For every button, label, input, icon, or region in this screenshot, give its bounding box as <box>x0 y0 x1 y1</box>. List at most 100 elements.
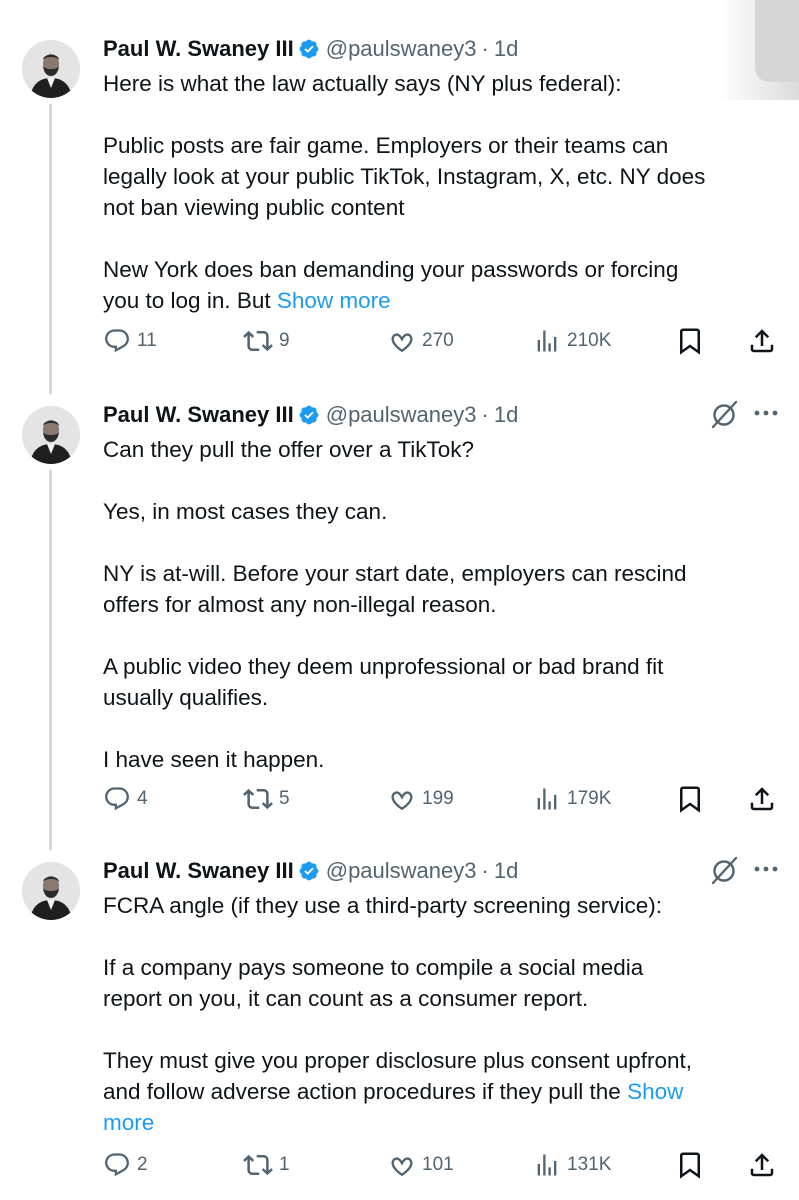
tweet-line-text: and follow adverse action procedures if … <box>103 1079 628 1104</box>
reply-icon <box>105 787 129 811</box>
like-icon <box>391 333 413 353</box>
tweet-text: Can they pull the offer over a TikTok? Y… <box>103 434 773 775</box>
like-button[interactable]: 199 <box>388 782 454 816</box>
more-options-icon[interactable] <box>753 864 779 874</box>
repost-button[interactable]: 1 <box>243 1148 290 1182</box>
tweet-line: Can they pull the offer over a TikTok? <box>103 437 475 462</box>
tweet-2[interactable]: Paul W. Swaney III @paulswaney3 · 1d Can… <box>0 396 799 816</box>
reply-button[interactable]: 4 <box>103 782 148 816</box>
reply-icon <box>105 329 129 353</box>
tweet-text: Here is what the law actually says (NY p… <box>103 68 773 316</box>
author-name[interactable]: Paul W. Swaney III <box>103 36 294 62</box>
author-handle[interactable]: @paulswaney3 <box>326 858 477 884</box>
like-icon <box>391 1157 413 1177</box>
like-button[interactable]: 101 <box>388 1148 454 1182</box>
bookmark-icon <box>680 786 700 813</box>
avatar[interactable] <box>22 862 80 920</box>
separator-dot: · <box>481 36 489 61</box>
separator-dot: · <box>481 402 489 427</box>
show-more-link-continued[interactable]: more <box>103 1110 154 1135</box>
tweet-line: offers for almost any non-illegal reason… <box>103 592 497 617</box>
separator-dot: · <box>481 858 489 883</box>
tweet-feed: Paul W. Swaney III @paulswaney3 · 1d Her… <box>0 0 799 1200</box>
tweet-line: Here is what the law actually says (NY p… <box>103 71 622 96</box>
reply-count: 2 <box>137 1154 148 1175</box>
bookmark-button[interactable] <box>675 1148 711 1182</box>
repost-count: 5 <box>279 788 290 809</box>
tweet-header: Paul W. Swaney III @paulswaney3 · 1d <box>103 34 518 64</box>
repost-icon <box>243 330 273 352</box>
author-name[interactable]: Paul W. Swaney III <box>103 402 294 428</box>
reply-count: 11 <box>137 330 157 351</box>
timestamp[interactable]: 1d <box>494 402 518 428</box>
show-more-link[interactable]: Show <box>627 1079 683 1104</box>
reply-button[interactable]: 11 <box>103 324 157 358</box>
views-icon <box>537 330 557 352</box>
tweet-line: report on you, it can count as a consume… <box>103 986 589 1011</box>
tweet-actions: 4 5 199 179K <box>103 782 783 816</box>
tweet-line: They must give you proper disclosure plu… <box>103 1048 693 1073</box>
verified-badge-icon <box>299 39 319 59</box>
repost-button[interactable]: 5 <box>243 782 290 816</box>
tweet-line: you to log in. But Show more <box>103 285 773 316</box>
share-button[interactable] <box>747 324 783 358</box>
views-button[interactable]: 131K <box>533 1148 611 1182</box>
avatar[interactable] <box>22 40 80 98</box>
like-count: 199 <box>422 788 454 809</box>
tweet-3[interactable]: Paul W. Swaney III @paulswaney3 · 1d FCR… <box>0 852 799 1200</box>
tweet-actions: 11 9 270 210K <box>103 324 783 358</box>
tweet-line: New York does ban demanding your passwor… <box>103 257 679 282</box>
tweet-1[interactable]: Paul W. Swaney III @paulswaney3 · 1d Her… <box>0 30 799 360</box>
tweet-line: Yes, in most cases they can. <box>103 499 388 524</box>
tweet-line: and follow adverse action procedures if … <box>103 1076 773 1107</box>
bookmark-button[interactable] <box>675 324 711 358</box>
grok-icon[interactable] <box>709 854 741 886</box>
more-options-icon[interactable] <box>753 408 779 418</box>
views-icon <box>537 788 557 810</box>
tweet-line: legally look at your public TikTok, Inst… <box>103 164 706 189</box>
timestamp[interactable]: 1d <box>494 36 518 62</box>
like-count: 270 <box>422 330 454 351</box>
repost-button[interactable]: 9 <box>243 324 290 358</box>
tweet-line: NY is at-will. Before your start date, e… <box>103 561 687 586</box>
tweet-header: Paul W. Swaney III @paulswaney3 · 1d <box>103 856 518 886</box>
share-button[interactable] <box>747 1148 783 1182</box>
views-icon <box>537 1154 557 1176</box>
share-icon <box>750 329 774 353</box>
repost-count: 1 <box>279 1154 290 1175</box>
grok-icon[interactable] <box>709 398 741 430</box>
reply-icon <box>105 1153 129 1177</box>
tweet-line: usually qualifies. <box>103 685 269 710</box>
verified-badge-icon <box>299 861 319 881</box>
views-button[interactable]: 179K <box>533 782 611 816</box>
share-icon <box>750 787 774 811</box>
author-handle[interactable]: @paulswaney3 <box>326 402 477 428</box>
tweet-line-text: you to log in. But <box>103 288 277 313</box>
bookmark-button[interactable] <box>675 782 711 816</box>
author-name[interactable]: Paul W. Swaney III <box>103 858 294 884</box>
author-handle[interactable]: @paulswaney3 <box>326 36 477 62</box>
verified-badge-icon <box>299 405 319 425</box>
repost-icon <box>243 788 273 810</box>
reply-count: 4 <box>137 788 148 809</box>
bookmark-icon <box>680 1152 700 1179</box>
timestamp[interactable]: 1d <box>494 858 518 884</box>
reply-button[interactable]: 2 <box>103 1148 148 1182</box>
views-button[interactable]: 210K <box>533 324 611 358</box>
like-button[interactable]: 270 <box>388 324 454 358</box>
bookmark-icon <box>680 328 700 355</box>
tweet-text: FCRA angle (if they use a third-party sc… <box>103 890 773 1138</box>
tweet-line: A public video they deem unprofessional … <box>103 654 664 679</box>
share-button[interactable] <box>747 782 783 816</box>
show-more-link[interactable]: Show more <box>277 288 391 313</box>
tweet-header: Paul W. Swaney III @paulswaney3 · 1d <box>103 400 518 430</box>
tweet-line: FCRA angle (if they use a third-party sc… <box>103 893 662 918</box>
tweet-line: more <box>103 1107 773 1138</box>
repost-count: 9 <box>279 330 290 351</box>
like-count: 101 <box>422 1154 454 1175</box>
tweet-line: If a company pays someone to compile a s… <box>103 955 644 980</box>
avatar[interactable] <box>22 406 80 464</box>
tweet-actions: 2 1 101 131K <box>103 1148 783 1182</box>
repost-icon <box>243 1154 273 1176</box>
tweet-line: I have seen it happen. <box>103 747 325 772</box>
